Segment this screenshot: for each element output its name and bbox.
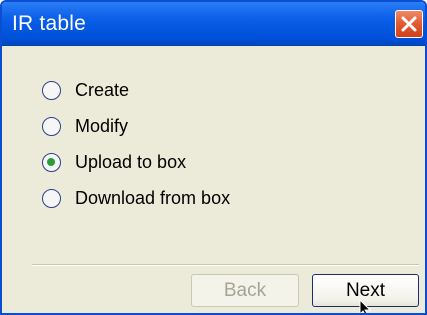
radio-modify[interactable]	[42, 116, 61, 136]
dialog-window: IR table Create Modify Upload to box Dow…	[0, 0, 427, 315]
option-upload-to-box[interactable]: Upload to box	[42, 144, 230, 180]
radio-create[interactable]	[42, 80, 61, 100]
option-label-create: Create	[75, 79, 130, 100]
close-icon	[401, 16, 417, 32]
option-create[interactable]: Create	[42, 72, 230, 108]
close-button[interactable]	[395, 10, 423, 38]
mouse-pointer-icon	[359, 300, 372, 313]
option-download-from-box[interactable]: Download from box	[42, 180, 230, 216]
option-label-modify: Modify	[75, 115, 129, 136]
title-bar[interactable]: IR table	[2, 2, 425, 46]
radio-selected-dot	[47, 157, 55, 166]
option-group: Create Modify Upload to box Download fro…	[42, 72, 230, 216]
option-label-upload-to-box: Upload to box	[75, 151, 187, 172]
radio-upload-to-box[interactable]	[42, 152, 61, 172]
window-title: IR table	[12, 12, 86, 35]
button-divider	[32, 264, 419, 266]
option-label-download-from-box: Download from box	[75, 187, 231, 208]
radio-download-from-box[interactable]	[42, 188, 61, 208]
option-modify[interactable]: Modify	[42, 108, 230, 144]
back-button[interactable]: Back	[191, 274, 299, 307]
